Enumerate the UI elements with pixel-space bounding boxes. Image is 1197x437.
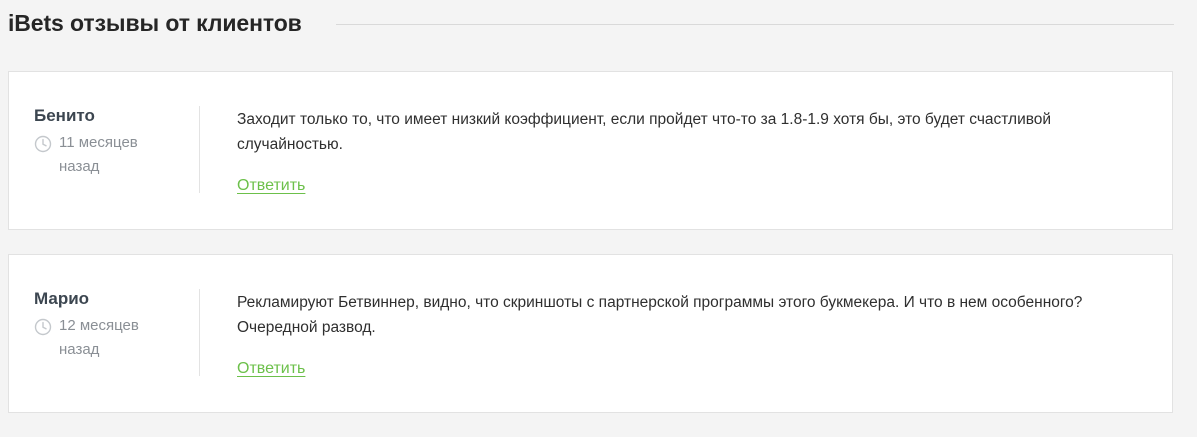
reply-link[interactable]: Ответить	[237, 360, 305, 378]
review-body: Рекламируют Бетвиннер, видно, что скринш…	[237, 290, 1137, 378]
reply-link[interactable]: Ответить	[237, 177, 305, 195]
review-list: Бенито 11 месяцев назад Заходит только т…	[8, 71, 1173, 437]
reviews-header: iBets отзывы от клиентов	[8, 0, 1174, 46]
review-date: 11 месяцев назад	[34, 134, 194, 179]
review-divider	[199, 106, 200, 193]
clock-icon	[34, 135, 52, 153]
review-date-text: 11 месяцев назад	[59, 134, 138, 175]
review-date: 12 месяцев назад	[34, 317, 194, 362]
review-author: Бенито	[34, 106, 95, 125]
review-divider	[199, 289, 200, 376]
review-card: Бенито 11 месяцев назад Заходит только т…	[8, 71, 1173, 230]
review-card: Марио 12 месяцев назад Рекламируют Бетви…	[8, 254, 1173, 413]
review-body: Заходит только то, что имеет низкий коэф…	[237, 107, 1137, 195]
page-title: iBets отзывы от клиентов	[8, 9, 302, 36]
review-author: Марио	[34, 289, 90, 308]
review-date-text: 12 месяцев назад	[59, 317, 139, 358]
clock-icon	[34, 318, 52, 336]
review-meta: Марио 12 месяцев назад	[34, 289, 194, 362]
title-divider-line	[335, 24, 1174, 25]
review-meta: Бенито 11 месяцев назад	[34, 106, 194, 179]
review-text: Заходит только то, что имеет низкий коэф…	[237, 111, 1052, 153]
review-text: Рекламируют Бетвиннер, видно, что скринш…	[237, 294, 1083, 336]
